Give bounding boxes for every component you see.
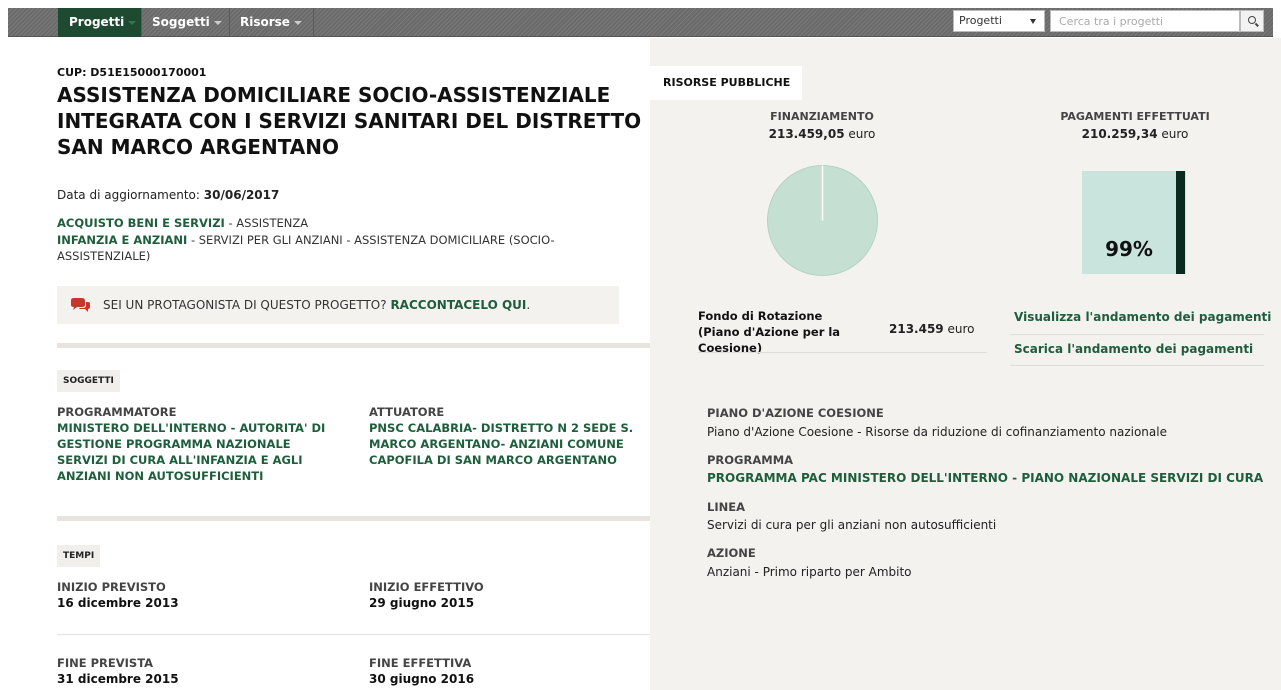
linea-label: LINEA [707, 500, 745, 514]
programma-label: PROGRAMMA [707, 453, 794, 467]
nav-tab-risorse[interactable]: Risorse [230, 8, 314, 37]
protagonist-banner: SEI UN PROTAGONISTA DI QUESTO PROGETTO? … [57, 286, 619, 324]
pagamenti-label: PAGAMENTI EFFETTUATI [1060, 110, 1210, 123]
fine-effettiva-label: FINE EFFETTIVA [369, 656, 472, 670]
inizio-previsto-label: INIZIO PREVISTO [57, 580, 166, 594]
page: Progetti Soggetti Risorse Progetti CUP: … [0, 0, 1281, 690]
nav-tab-label: Risorse [240, 15, 290, 29]
inizio-effettivo-value: 29 giugno 2015 [369, 596, 475, 610]
azione-label: AZIONE [707, 546, 756, 560]
programmatore-label: PROGRAMMATORE [57, 405, 177, 419]
chevron-down-icon [293, 20, 302, 25]
project-details: CUP: D51E15000170001 ASSISTENZA DOMICILI… [57, 38, 650, 690]
scarica-pagamenti-link[interactable]: Scarica l'andamento dei pagamenti [1014, 342, 1253, 356]
category-line-2: INFANZIA E ANZIANI - SERVIZI PER GLI ANZ… [57, 232, 617, 264]
section-label-soggetti: SOGGETTI [57, 370, 120, 392]
currency: euro [947, 322, 975, 336]
currency: euro [1161, 127, 1189, 141]
inizio-effettivo-label: INIZIO EFFETTIVO [369, 580, 484, 594]
cup-code: CUP: D51E15000170001 [57, 66, 207, 79]
search-scope-select[interactable]: Progetti [953, 10, 1045, 32]
search-input[interactable] [1050, 10, 1240, 32]
section-divider [57, 516, 650, 521]
chat-bubbles-icon [71, 298, 90, 312]
update-value: 30/06/2017 [203, 188, 280, 202]
fondo-divider [698, 352, 987, 353]
financing-pie-chart [767, 165, 878, 276]
piano-label: PIANO D'AZIONE COESIONE [707, 406, 884, 420]
attuatore-link[interactable]: PNSC CALABRIA- DISTRETTO N 2 SEDE S. MAR… [369, 420, 649, 468]
payment-percentage: 99% [1105, 237, 1153, 261]
fondo-amount: 213.459 [889, 322, 944, 336]
top-navigation: Progetti Soggetti Risorse Progetti [0, 0, 1281, 38]
row-divider [57, 634, 650, 635]
section-divider [57, 343, 650, 348]
visualizza-pagamenti-link[interactable]: Visualizza l'andamento dei pagamenti [1014, 310, 1271, 324]
finanziamento-value: 213.459,05 euro [732, 127, 912, 141]
link-divider [1010, 334, 1264, 335]
category-rest: - ASSISTENZA [224, 216, 309, 230]
piano-value: Piano d'Azione Coesione - Risorse da rid… [707, 425, 1167, 439]
finanziamento-label: FINANZIAMENTO [770, 110, 874, 123]
tab-risorse-pubbliche[interactable]: RISORSE PUBBLICHE [650, 66, 803, 100]
pagamenti-amount: 210.259,34 [1081, 127, 1158, 141]
update-date: Data di aggiornamento: 30/06/2017 [57, 188, 279, 202]
section-label-tempi: TEMPI [57, 545, 101, 567]
attuatore-label: ATTUATORE [369, 405, 445, 419]
page-title: ASSISTENZA DOMICILIARE SOCIO-ASSISTENZIA… [57, 83, 642, 159]
protagonist-link[interactable]: RACCONTACELO QUI [390, 298, 526, 312]
nav-tab-label: Progetti [69, 15, 125, 29]
linea-value: Servizi di cura per gli anziani non auto… [707, 518, 997, 532]
inizio-previsto-value: 16 dicembre 2013 [57, 596, 179, 610]
category-line-1: ACQUISTO BENI E SERVIZI - ASSISTENZA [57, 216, 308, 230]
fondo-value: 213.459 euro [889, 322, 974, 336]
programmatore-link[interactable]: MINISTERO DELL'INTERNO - AUTORITA' DI GE… [57, 420, 337, 484]
nav-tab-progetti[interactable]: Progetti [58, 8, 142, 37]
update-label: Data di aggiornamento: [57, 188, 200, 202]
chevron-down-icon [213, 20, 222, 25]
programma-link[interactable]: PROGRAMMA PAC MINISTERO DELL'INTERNO - P… [707, 471, 1263, 485]
dropdown-arrow-icon [1030, 19, 1036, 24]
fondo-name: Fondo di Rotazione (Piano d'Azione per l… [698, 309, 841, 355]
finanziamento-amount: 213.459,05 [768, 127, 845, 141]
azione-value: Anziani - Primo riparto per Ambito [707, 565, 912, 579]
chevron-down-icon [128, 20, 137, 25]
search-icon-handle [1255, 22, 1259, 27]
category-link-infanzia[interactable]: INFANZIA E ANZIANI [57, 233, 187, 247]
public-resources-panel: RISORSE PUBBLICHE FINANZIAMENTO 213.459,… [650, 38, 1281, 690]
search-scope-value: Progetti [959, 14, 1002, 27]
fine-prevista-value: 31 dicembre 2015 [57, 672, 179, 686]
protagonist-text: SEI UN PROTAGONISTA DI QUESTO PROGETTO? [103, 298, 391, 312]
currency: euro [848, 127, 876, 141]
search-button[interactable] [1240, 10, 1264, 32]
link-divider [1010, 365, 1264, 366]
pagamenti-value: 210.259,34 euro [1035, 127, 1235, 141]
category-link-acquisto[interactable]: ACQUISTO BENI E SERVIZI [57, 216, 225, 230]
protagonist-end: . [526, 298, 531, 312]
fine-prevista-label: FINE PREVISTA [57, 656, 154, 670]
payment-progress-marker [1176, 171, 1185, 274]
fine-effettiva-value: 30 giugno 2016 [369, 672, 475, 686]
nav-tab-soggetti[interactable]: Soggetti [142, 8, 230, 37]
nav-tab-label: Soggetti [152, 15, 210, 29]
